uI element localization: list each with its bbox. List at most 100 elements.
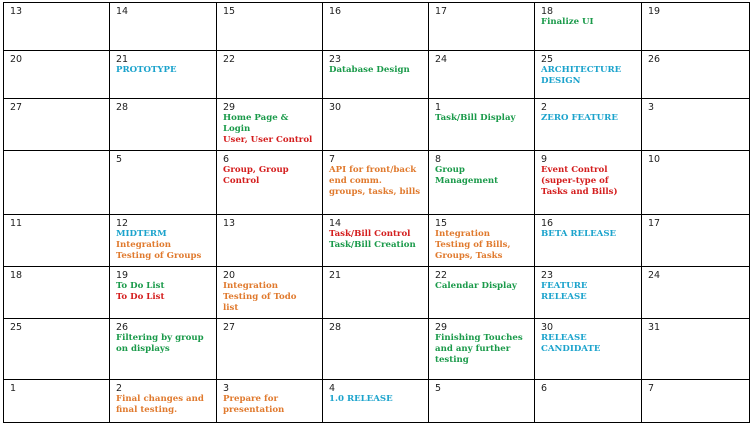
calendar-week-row: 11 12 MIDTERM Integration Testing of Groups…: [3, 214, 750, 267]
day-number: 16: [329, 6, 342, 17]
day-number: 3: [223, 383, 230, 394]
calendar-event: Finishing Touches and any further testin…: [435, 333, 523, 365]
calendar-event: 1.0 RELEASE: [329, 394, 393, 404]
calendar-event: Group, Group Control: [223, 165, 289, 186]
calendar-day-cell: 20: [3, 50, 110, 99]
calendar-day-cell: 15: [216, 2, 323, 51]
day-number: 29: [223, 102, 236, 113]
calendar-event: Integration Testing of Groups: [116, 240, 202, 261]
calendar-event: Database Design: [329, 65, 410, 75]
calendar-event: MIDTERM: [116, 229, 167, 239]
calendar-day-cell: 29 Finishing Touches and any further test…: [428, 318, 535, 380]
calendar-event: To Do List: [116, 292, 165, 302]
calendar-day-cell: 5: [109, 150, 217, 215]
day-number: 23: [329, 54, 342, 65]
day-number: 24: [648, 270, 661, 281]
day-number: [10, 154, 104, 165]
day-number: 18: [10, 270, 23, 281]
calendar-event: FEATURE RELEASE: [541, 281, 588, 302]
day-number: 15: [223, 6, 236, 17]
day-number: 26: [648, 54, 661, 65]
calendar-day-cell: 2 ZERO FEATURE: [534, 98, 642, 151]
day-number: 13: [223, 218, 236, 229]
day-number: 2: [116, 383, 123, 394]
calendar-event: Finalize UI: [541, 17, 594, 27]
calendar-day-cell: 19: [641, 2, 750, 51]
calendar-event: ARCHITECTURE DESIGN: [541, 65, 622, 86]
calendar-event: PROTOTYPE: [116, 65, 177, 75]
calendar-week-row: 13 14 15 16 17 18 Finalize UI 19: [3, 2, 750, 51]
calendar-event: Task/Bill Control: [329, 229, 411, 239]
calendar-event: To Do List: [116, 281, 165, 291]
day-number: 14: [329, 218, 342, 229]
calendar-event: ZERO FEATURE: [541, 113, 618, 123]
day-number: 12: [116, 218, 129, 229]
calendar-day-cell: [3, 150, 110, 215]
day-number: 1: [435, 102, 442, 113]
day-number: 28: [329, 322, 342, 333]
calendar-day-cell: 11: [3, 214, 110, 267]
day-number: 3: [648, 102, 655, 113]
calendar-day-cell: 17: [428, 2, 535, 51]
calendar-day-cell: 16 BETA RELEASE: [534, 214, 642, 267]
day-number: 17: [435, 6, 448, 17]
calendar-day-cell: 27: [3, 98, 110, 151]
calendar-day-cell: 3: [641, 98, 750, 151]
calendar-event: Integration Testing of Todo list: [223, 281, 297, 313]
day-number: 26: [116, 322, 129, 333]
calendar-day-cell: 19 To Do List To Do List: [109, 266, 217, 319]
day-number: 7: [329, 154, 336, 165]
calendar-week-row: 27 28 29 Home Page & Login User, User Contro…: [3, 98, 750, 151]
day-number: 23: [541, 270, 554, 281]
calendar-event: Home Page & Login: [223, 113, 289, 134]
day-number: 29: [435, 322, 448, 333]
day-number: 11: [10, 218, 23, 229]
calendar-event: RELEASE CANDIDATE: [541, 333, 601, 354]
day-number: 15: [435, 218, 448, 229]
calendar-day-cell: 20 Integration Testing of Todo list: [216, 266, 323, 319]
calendar-day-cell: 7 API for front/back end comm. groups, ta…: [322, 150, 429, 215]
day-number: 17: [648, 218, 661, 229]
calendar-day-cell: 8 Group Management: [428, 150, 535, 215]
calendar-day-cell: 25 ARCHITECTURE DESIGN: [534, 50, 642, 99]
calendar-event: Filtering by group on displays: [116, 333, 204, 354]
calendar-event: Integration Testing of Bills, Groups, Ta…: [435, 229, 511, 261]
calendar-day-cell: 17: [641, 214, 750, 267]
calendar-day-cell: 21: [322, 266, 429, 319]
calendar-body: 13 14 15 16 17 18 Finalize UI 19 20 21 PROTOTYPE 22…: [3, 2, 750, 423]
calendar-week-row: 5 6 Group, Group Control 7 API for front/bac…: [3, 150, 750, 215]
day-number: 2: [541, 102, 548, 113]
calendar-day-cell: 1 Task/Bill Display: [428, 98, 535, 151]
day-number: 22: [435, 270, 448, 281]
calendar-day-cell: 6 Group, Group Control: [216, 150, 323, 215]
calendar-day-cell: 14 Task/Bill Control Task/Bill Creation: [322, 214, 429, 267]
calendar-day-cell: 21 PROTOTYPE: [109, 50, 217, 99]
calendar-event: Prepare for presentation: [223, 394, 285, 415]
day-number: 10: [648, 154, 661, 165]
calendar-day-cell: 14: [109, 2, 217, 51]
calendar-event: Task/Bill Display: [435, 113, 516, 123]
day-number: 20: [223, 270, 236, 281]
day-number: 30: [541, 322, 554, 333]
calendar-day-cell: 30: [322, 98, 429, 151]
day-number: 8: [435, 154, 442, 165]
calendar-day-cell: 13: [3, 2, 110, 51]
calendar-day-cell: 4 1.0 RELEASE: [322, 379, 429, 423]
day-number: 7: [648, 383, 655, 394]
calendar-event: Final changes and final testing.: [116, 394, 204, 415]
calendar-week-row: 25 26 Filtering by group on displays 27 28 29…: [3, 318, 750, 380]
calendar-event: BETA RELEASE: [541, 229, 617, 239]
day-number: 25: [10, 322, 23, 333]
day-number: 24: [435, 54, 448, 65]
day-number: 28: [116, 102, 129, 113]
calendar-day-cell: 23 Database Design: [322, 50, 429, 99]
calendar-event: Event Control (super-type of Tasks and B…: [541, 165, 618, 197]
day-number: 5: [116, 154, 123, 165]
calendar-day-cell: 16: [322, 2, 429, 51]
calendar-day-cell: 7: [641, 379, 750, 423]
calendar-day-cell: 15 Integration Testing of Bills, Groups, …: [428, 214, 535, 267]
calendar-event: Group Management: [435, 165, 499, 186]
day-number: 30: [329, 102, 342, 113]
calendar-week-row: 1 2 Final changes and final testing. 3 Prepa…: [3, 379, 750, 423]
calendar-day-cell: 26: [641, 50, 750, 99]
